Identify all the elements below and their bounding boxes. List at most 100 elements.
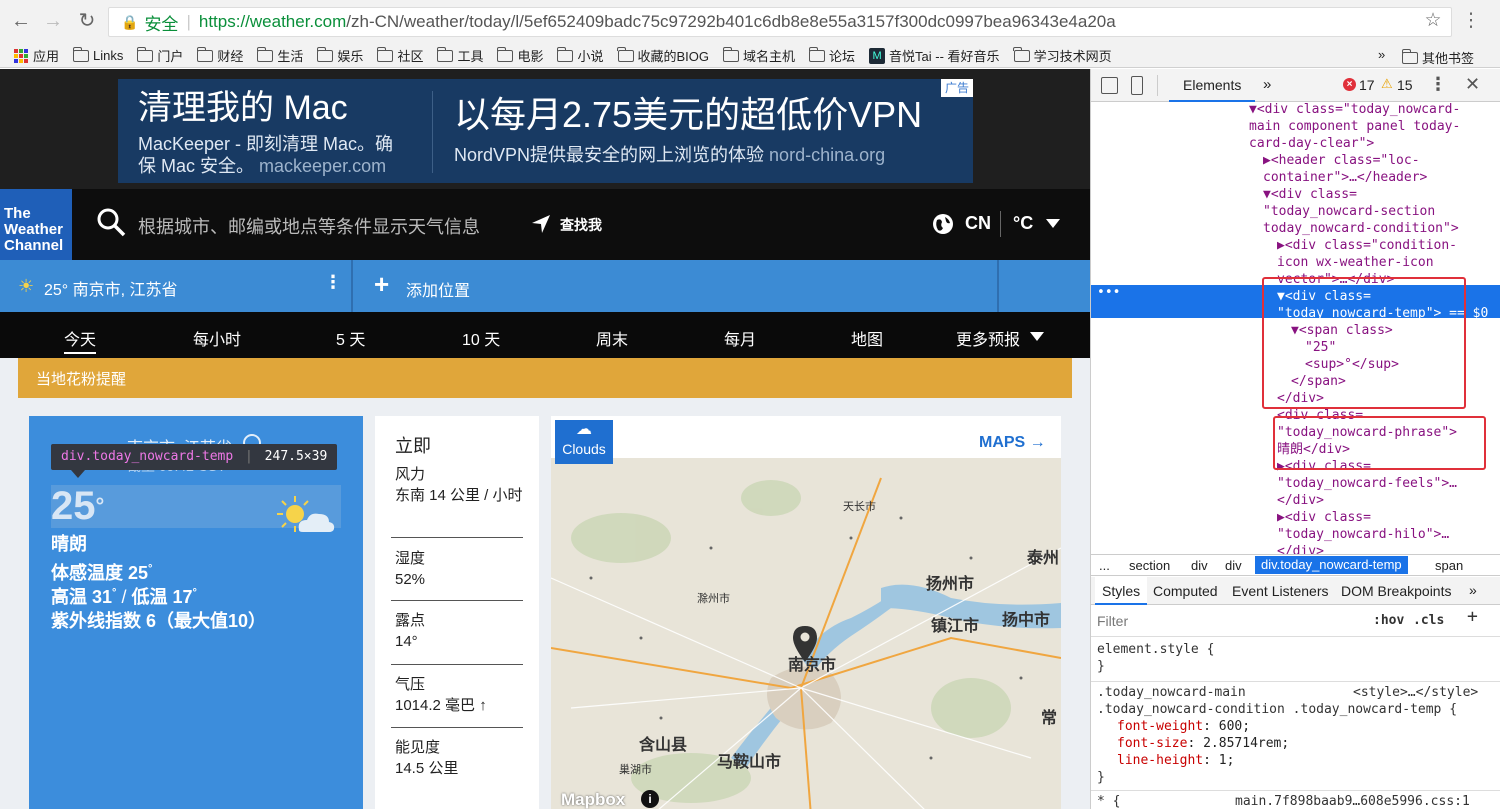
error-count[interactable]: 17 xyxy=(1359,77,1375,93)
inspect-element-icon[interactable] xyxy=(1101,77,1118,94)
clouds-layer-button[interactable]: ☁ Clouds xyxy=(555,420,613,464)
cls-toggle[interactable]: .cls xyxy=(1413,613,1444,630)
location-menu-icon[interactable]: ⋮ xyxy=(324,272,342,293)
bookmark-item[interactable]: 财经 xyxy=(196,46,243,65)
other-bookmarks[interactable]: 其他书签 xyxy=(1401,48,1474,67)
tab-elements[interactable]: Elements xyxy=(1169,69,1256,102)
globe-icon[interactable] xyxy=(932,213,954,235)
css-property[interactable]: font-weight: 600; xyxy=(1117,719,1250,736)
plus-icon[interactable]: + xyxy=(374,271,389,297)
chevron-down-icon[interactable] xyxy=(1046,219,1060,228)
dom-tree-line[interactable]: ▶<div class="condition- xyxy=(1277,238,1457,255)
device-toolbar-icon[interactable] xyxy=(1131,76,1143,95)
dom-tree-line[interactable]: </div> xyxy=(1277,493,1324,510)
tab-computed[interactable]: Computed xyxy=(1153,583,1218,599)
location-arrow-icon[interactable] xyxy=(530,213,552,235)
add-rule-icon[interactable]: + xyxy=(1467,608,1478,626)
tab-10day[interactable]: 10 天 xyxy=(462,326,500,350)
dom-tree-line[interactable]: card-day-clear"> xyxy=(1249,136,1374,153)
bookmark-item[interactable]: 论坛 xyxy=(808,46,855,65)
region-selector[interactable]: CN xyxy=(965,213,991,234)
mapbox-attribution[interactable]: Mapbox xyxy=(561,790,625,809)
dom-tree-line[interactable]: main component panel today- xyxy=(1249,119,1460,136)
breadcrumb-item[interactable]: div.today_nowcard-temp xyxy=(1255,556,1408,574)
dom-tree-line[interactable]: "today_nowcard-section xyxy=(1263,204,1435,221)
chevron-down-icon[interactable] xyxy=(1030,332,1044,341)
tab-styles[interactable]: Styles xyxy=(1095,577,1148,605)
bookmark-item[interactable]: 收藏的BIOG xyxy=(617,46,709,65)
tab-weekend[interactable]: 周末 xyxy=(596,326,628,350)
maps-link[interactable]: MAPS → xyxy=(979,434,1046,452)
menu-icon[interactable]: ⋮ xyxy=(1458,8,1484,34)
ad-badge[interactable]: 广告 xyxy=(941,79,973,97)
bookmark-item[interactable]: 娱乐 xyxy=(316,46,363,65)
search-input[interactable]: 根据城市、邮编或地点等条件显示天气信息 xyxy=(138,213,480,239)
bookmark-item[interactable]: Links xyxy=(72,46,123,63)
styles-filter-input[interactable]: Filter xyxy=(1097,613,1128,630)
bookmarks-overflow[interactable]: » xyxy=(1378,47,1385,62)
breadcrumb-item[interactable]: span xyxy=(1435,558,1463,573)
tab-more-forecasts[interactable]: 更多预报 xyxy=(956,326,1020,350)
current-location[interactable]: 25° 南京市, 江苏省 xyxy=(44,276,178,300)
breadcrumb-item[interactable]: ... xyxy=(1099,558,1110,573)
weather-channel-logo[interactable]: The Weather Channel xyxy=(0,189,72,260)
locate-me-button[interactable]: 查找我 xyxy=(560,215,602,235)
dom-tree-line[interactable]: ▶<div class= xyxy=(1277,510,1371,527)
tab-monthly[interactable]: 每月 xyxy=(724,326,756,350)
map-info-icon[interactable]: i xyxy=(641,790,659,808)
ad-banner[interactable]: 清理我的 Mac MacKeeper - 即刻清理 Mac。确 保 Mac 安全… xyxy=(118,79,973,183)
dom-tree-line[interactable]: "today_nowcard-hilo">… xyxy=(1277,527,1449,544)
dom-tree-line[interactable]: </div> xyxy=(1277,544,1324,554)
element-style-rule[interactable]: element.style { xyxy=(1097,642,1214,659)
close-icon[interactable]: ✕ xyxy=(1465,74,1480,95)
unit-selector[interactable]: °C xyxy=(1013,213,1033,234)
dom-tree-line[interactable]: ▼<div class= xyxy=(1263,187,1357,204)
tab-hourly[interactable]: 每小时 xyxy=(193,326,241,350)
star-icon[interactable]: ☆ xyxy=(1420,8,1446,34)
map-view[interactable]: 天长市 扬州市 泰州 滁州市 镇江市 扬中市 南京市 含山县 马鞍山市 巢湖市 … xyxy=(551,458,1061,809)
node-dots[interactable]: ••• xyxy=(1097,285,1120,302)
bookmark-apps[interactable]: 应用 xyxy=(14,46,59,65)
dom-tree-line[interactable]: ▼<div class="today_nowcard- xyxy=(1249,102,1460,119)
dom-tree-line[interactable]: icon wx-weather-icon xyxy=(1277,255,1434,272)
rule-selector[interactable]: .today_nowcard-main xyxy=(1097,685,1246,702)
rule-selector[interactable]: .today_nowcard-condition .today_nowcard-… xyxy=(1097,702,1457,719)
bookmark-item[interactable]: 电影 xyxy=(496,46,543,65)
bookmark-item[interactable]: 工具 xyxy=(436,46,483,65)
dom-tree-line[interactable]: today_nowcard-condition"> xyxy=(1263,221,1459,238)
address-bar[interactable]: 🔒 安全 | https://weather.com /zh-CN/weathe… xyxy=(108,7,1452,37)
reload-icon[interactable]: ↻ xyxy=(74,8,100,34)
tab-maps[interactable]: 地图 xyxy=(851,326,883,350)
search-icon[interactable] xyxy=(96,207,126,237)
css-property[interactable]: font-size: 2.85714rem; xyxy=(1117,736,1289,753)
dom-tree-line[interactable]: ▶<header class="loc- xyxy=(1263,153,1420,170)
breadcrumb-item[interactable]: div xyxy=(1191,558,1208,573)
more-tabs[interactable]: » xyxy=(1263,76,1271,93)
devtools-menu-icon[interactable]: ⋮ xyxy=(1429,74,1447,95)
rule-source-link[interactable]: <style>…</style> xyxy=(1353,685,1478,702)
bookmark-item[interactable]: 社区 xyxy=(376,46,423,65)
breadcrumb-item[interactable]: section xyxy=(1129,558,1170,573)
bookmark-item[interactable]: 生活 xyxy=(256,46,303,65)
dom-tree-line[interactable]: container">…</header> xyxy=(1263,170,1427,187)
dom-tree-line[interactable]: "today_nowcard-feels">… xyxy=(1277,476,1457,493)
css-property[interactable]: line-height: 1; xyxy=(1117,753,1234,770)
rule-source-link[interactable]: main.7f898baab9…608e5996.css:1 xyxy=(1235,794,1470,809)
pollen-alert-banner[interactable]: 当地花粉提醒 xyxy=(18,358,1072,398)
bookmark-item[interactable]: 学习技术网页 xyxy=(1013,46,1112,65)
bookmark-item[interactable]: 域名主机 xyxy=(722,46,795,65)
rule-selector[interactable]: * { xyxy=(1097,794,1120,809)
tab-dom-breakpoints[interactable]: DOM Breakpoints xyxy=(1341,583,1451,599)
add-location-button[interactable]: 添加位置 xyxy=(406,277,470,301)
tab-today[interactable]: 今天 xyxy=(64,326,97,354)
bookmark-item[interactable]: 小说 xyxy=(556,46,604,65)
warning-count[interactable]: 15 xyxy=(1397,77,1413,93)
forward-icon[interactable]: → xyxy=(40,8,66,34)
breadcrumb-item[interactable]: div xyxy=(1225,558,1242,573)
bookmark-yinyuetai[interactable]: M 音悦Tai -- 看好音乐 xyxy=(869,46,1000,65)
tab-event-listeners[interactable]: Event Listeners xyxy=(1232,583,1329,599)
bookmark-item[interactable]: 门户 xyxy=(136,46,183,65)
tab-5day[interactable]: 5 天 xyxy=(336,326,365,350)
back-icon[interactable]: ← xyxy=(8,8,34,34)
hov-toggle[interactable]: :hov xyxy=(1373,613,1404,630)
